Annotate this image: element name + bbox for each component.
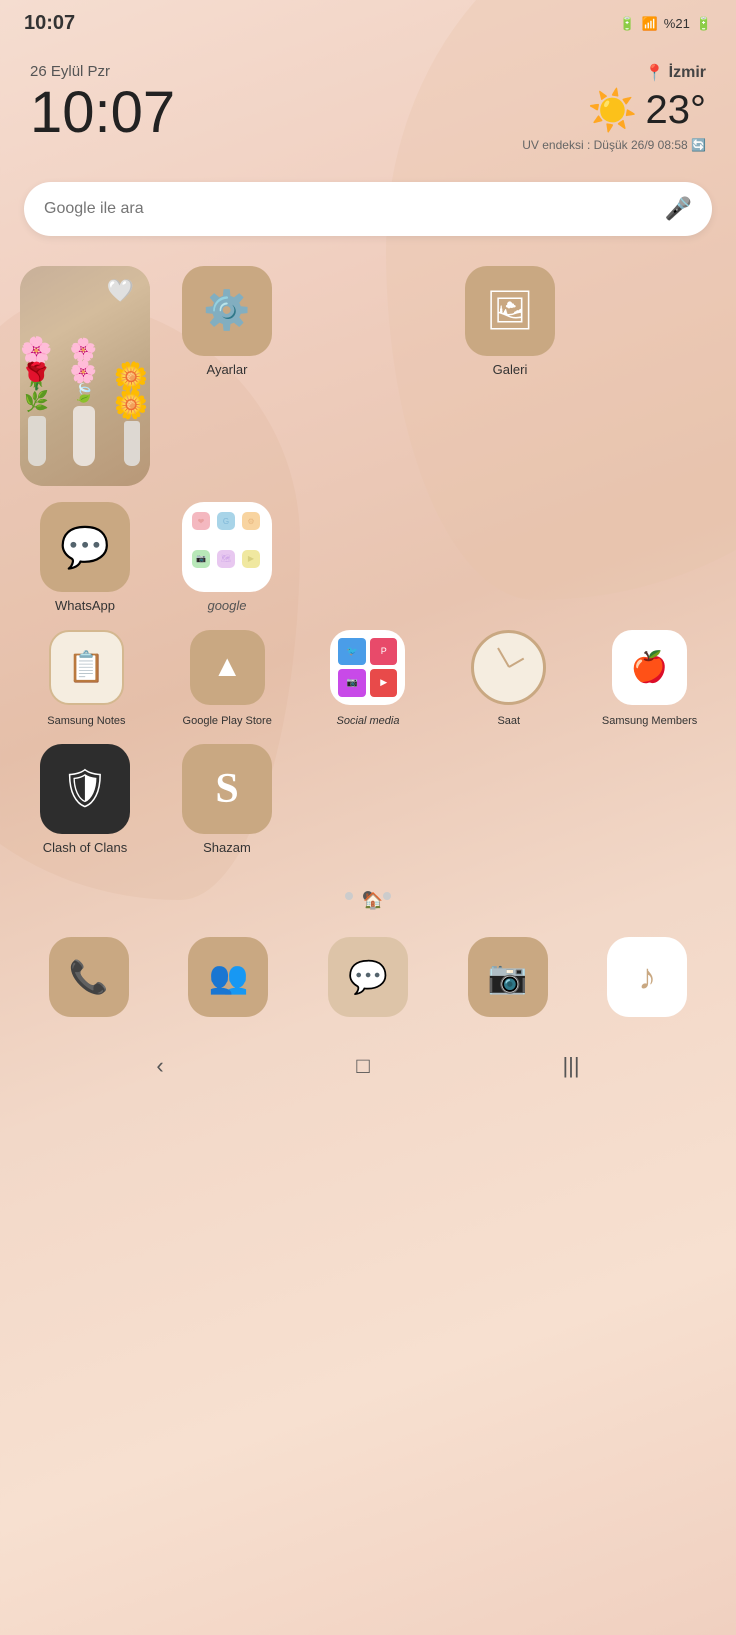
app-whatsapp[interactable]: 💬 WhatsApp: [20, 502, 150, 614]
page-dot-home: 🏠: [363, 891, 373, 901]
app-label-google-play: Google Play Store: [183, 715, 272, 728]
app-samsung-members[interactable]: 🍎 Samsung Members: [583, 630, 716, 728]
sun-icon: ☀️: [588, 87, 638, 134]
temperature: 23°: [646, 88, 707, 133]
mic-icon[interactable]: 🎤: [665, 196, 692, 222]
status-icons: 🔋 📶 %21 🔋: [619, 16, 712, 32]
app-label-saat: Saat: [497, 715, 520, 728]
sf-youtube: ▶: [370, 669, 398, 697]
gallery-icon: 🖼: [465, 266, 555, 356]
recents-button[interactable]: |||: [562, 1053, 579, 1079]
status-bar: 10:07 🔋 📶 %21 🔋: [0, 0, 736, 43]
folder-dot-1: ❤: [192, 512, 210, 530]
sf-twitter: 🐦: [338, 638, 366, 666]
back-button[interactable]: ‹: [156, 1053, 163, 1079]
app-row-2: 💬 WhatsApp ❤ G ⚙ 📷 🗺 ▶ google: [20, 502, 716, 614]
sf-instagram: 📷: [338, 669, 366, 697]
app-label-shazam: Shazam: [203, 840, 251, 856]
whatsapp-icon: 💬: [40, 502, 130, 592]
photo-widget-inner: 🌸🌹 🌿 🌸🌸 🍃 🌼🌼 🤍: [20, 266, 150, 486]
app-label-social: Social media: [337, 715, 400, 728]
page-dots: 🏠: [0, 875, 736, 921]
app-social-folder[interactable]: 🐦 P 📷 ▶ Social media: [302, 630, 435, 728]
app-label-clash: Clash of Clans: [43, 840, 128, 856]
heart-overlay: 🤍: [107, 278, 134, 304]
settings-icon: ⚙️: [182, 266, 272, 356]
battery-icon: 🔋: [696, 16, 712, 32]
dock-contacts[interactable]: 👥: [188, 937, 268, 1017]
dock: 📞 👥 💬 📷 ♪: [0, 921, 736, 1037]
samsung-notes-icon: 📋: [49, 630, 124, 705]
folder-dot-4: 📷: [192, 550, 210, 568]
app-ayarlar[interactable]: ⚙️ Ayarlar: [162, 266, 292, 378]
battery-text: %21: [664, 16, 690, 31]
google-folder-icon: ❤ G ⚙ 📷 🗺 ▶: [182, 502, 272, 592]
dock-phone[interactable]: 📞: [49, 937, 129, 1017]
google-play-icon: ▲: [190, 630, 265, 705]
app-saat[interactable]: Saat: [442, 630, 575, 728]
shazam-icon: S: [182, 744, 272, 834]
dock-camera[interactable]: 📷: [468, 937, 548, 1017]
home-button[interactable]: □: [356, 1053, 369, 1079]
app-label-ayarlar: Ayarlar: [207, 362, 248, 378]
photo-widget-space: [304, 502, 716, 614]
date-weather-widget: 26 Eylül Pzr 10:07 📍 İzmir ☀️ 23° UV end…: [0, 43, 736, 162]
app-label-samsung-members: Samsung Members: [602, 715, 697, 728]
app-samsung-notes[interactable]: 📋 Samsung Notes: [20, 630, 153, 728]
dock-messages[interactable]: 💬: [328, 937, 408, 1017]
app-label-whatsapp: WhatsApp: [55, 598, 115, 614]
app-label-galeri: Galeri: [493, 362, 528, 378]
status-time: 10:07: [24, 12, 75, 35]
wifi-icon: 📶: [642, 16, 658, 32]
search-bar[interactable]: 🎤: [24, 182, 712, 236]
date-label: 26 Eylül Pzr: [30, 63, 175, 80]
vase-3: 🌼🌼: [114, 363, 150, 466]
folder-dot-2: G: [217, 512, 235, 530]
app-galeri[interactable]: 🖼 Galeri: [304, 266, 716, 378]
app-label-samsung-notes: Samsung Notes: [47, 715, 125, 728]
uv-detail: UV endeksi : Düşük 26/9 08:58 🔄: [522, 138, 706, 152]
app-google-play[interactable]: ▲ Google Play Store: [161, 630, 294, 728]
folder-dot-6: ▶: [242, 550, 260, 568]
folder-dot-3: ⚙: [242, 512, 260, 530]
folder-dot-5: 🗺: [217, 550, 235, 568]
page-dot-1: [345, 892, 353, 900]
samsung-members-icon: 🍎: [612, 630, 687, 705]
app-row-4: 🛡 Clash of Clans S Shazam: [20, 744, 716, 856]
clash-icon: 🛡: [40, 744, 130, 834]
vase-2: 🌸🌸 🍃: [70, 339, 98, 466]
app-clash[interactable]: 🛡 Clash of Clans: [20, 744, 150, 856]
clock-icon: [471, 630, 546, 705]
app-row-3: 📋 Samsung Notes ▲ Google Play Store 🐦 P …: [20, 630, 716, 728]
sim-icon: 🔋: [619, 16, 635, 32]
apps-area: ⚙️ Ayarlar 🖼 Galeri 🌸🌹 🌿 🌸🌸: [0, 246, 736, 855]
photo-widget[interactable]: 🌸🌹 🌿 🌸🌸 🍃 🌼🌼 🤍: [20, 266, 150, 486]
dock-music[interactable]: ♪: [607, 937, 687, 1017]
search-input[interactable]: [44, 200, 665, 218]
city-label: 📍 İzmir: [522, 63, 706, 83]
social-folder-icon: 🐦 P 📷 ▶: [330, 630, 405, 705]
refresh-icon: 🔄: [691, 138, 706, 152]
app-shazam[interactable]: S Shazam: [162, 744, 292, 856]
app-row-1: ⚙️ Ayarlar 🖼 Galeri 🌸🌹 🌿 🌸🌸: [20, 266, 716, 486]
page-dot-3: [383, 892, 391, 900]
location-icon: 📍: [645, 63, 665, 83]
widget-time: 10:07: [30, 84, 175, 142]
vase-1: 🌸🌹 🌿: [20, 337, 54, 466]
app-google-folder[interactable]: ❤ G ⚙ 📷 🗺 ▶ google: [162, 502, 292, 614]
nav-bar: ‹ □ |||: [0, 1037, 736, 1103]
app-label-google: google: [207, 598, 246, 614]
sf-pinterest: P: [370, 638, 398, 666]
